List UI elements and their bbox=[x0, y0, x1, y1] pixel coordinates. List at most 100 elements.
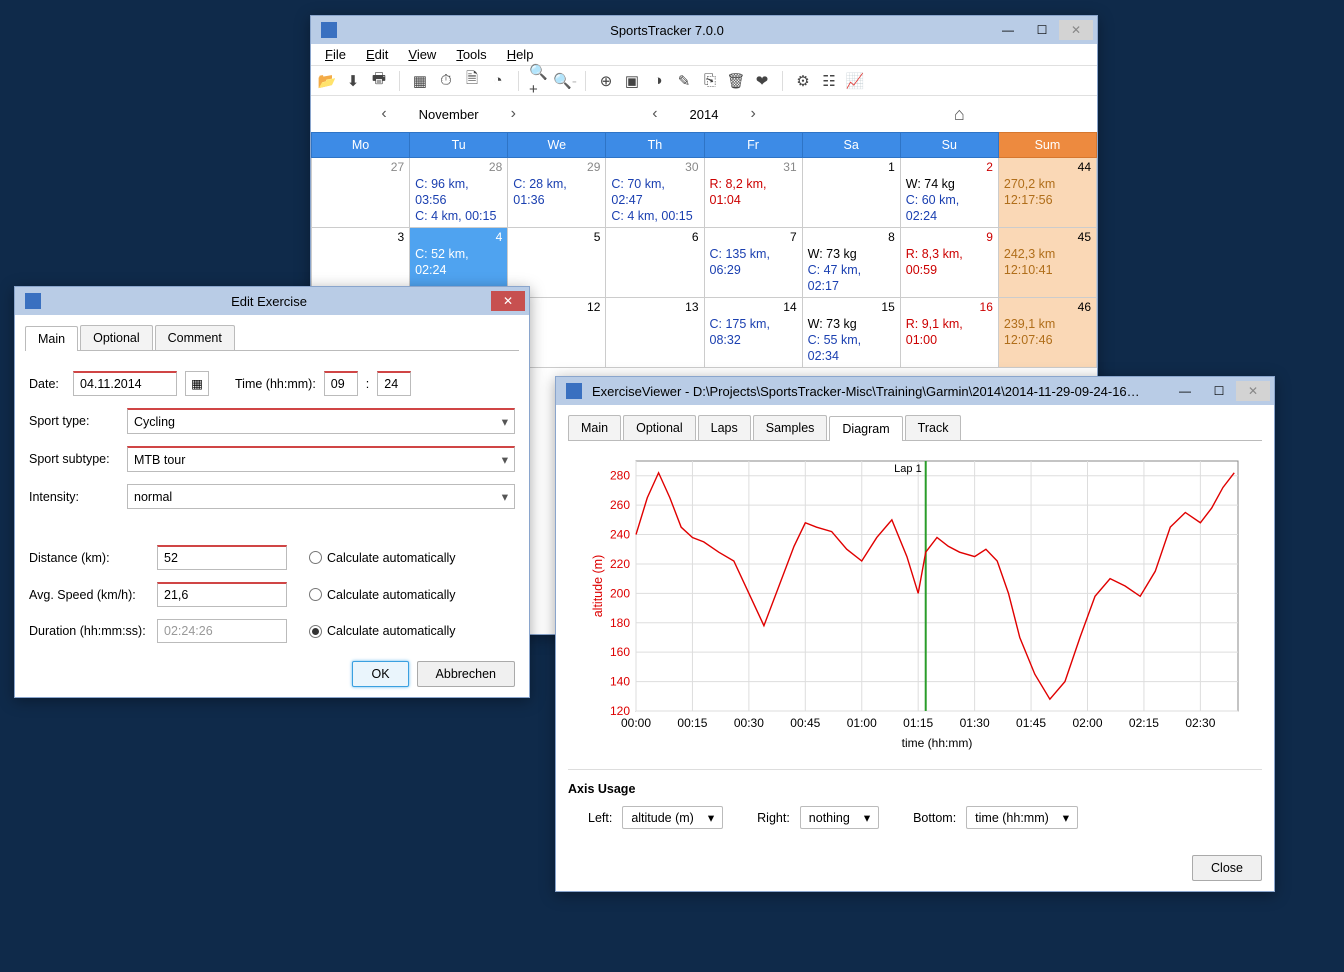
svg-text:220: 220 bbox=[610, 557, 630, 571]
month-label: November bbox=[419, 107, 479, 122]
vtab-track[interactable]: Track bbox=[905, 415, 962, 440]
calendar-cell[interactable]: 14C: 175 km, 08:32 bbox=[704, 298, 802, 368]
time-hh-input[interactable] bbox=[324, 371, 358, 396]
note-icon[interactable]: 🗎 bbox=[462, 71, 482, 91]
calendar-icon[interactable]: ▦ bbox=[410, 71, 430, 91]
minimize-button[interactable]: — bbox=[991, 20, 1025, 40]
stopwatch-icon[interactable]: ⏱ bbox=[436, 71, 456, 91]
add-exercise-icon[interactable]: ⊕ bbox=[596, 71, 616, 91]
calendar-cell[interactable]: 30C: 70 km, 02:47C: 4 km, 00:15 bbox=[606, 158, 704, 228]
edit-exercise-dialog: Edit Exercise ✕ Main Optional Comment Da… bbox=[14, 286, 530, 698]
svg-text:01:00: 01:00 bbox=[847, 716, 877, 730]
avgspeed-label: Avg. Speed (km/h): bbox=[29, 588, 149, 602]
svg-text:01:15: 01:15 bbox=[903, 716, 933, 730]
menu-edit[interactable]: Edit bbox=[358, 45, 396, 64]
svg-text:01:45: 01:45 bbox=[1016, 716, 1046, 730]
viewer-title: ExerciseViewer - D:\Projects\SportsTrack… bbox=[588, 384, 1168, 399]
menu-help[interactable]: Help bbox=[499, 45, 542, 64]
zoom-out-icon[interactable]: 🔍- bbox=[555, 71, 575, 91]
calendar-cell[interactable]: 2W: 74 kgC: 60 km, 02:24 bbox=[900, 158, 998, 228]
duration-input[interactable] bbox=[157, 619, 287, 643]
sport-subtype-select[interactable]: MTB tour▾ bbox=[127, 446, 515, 472]
day-header: Sum bbox=[998, 133, 1096, 158]
save-icon[interactable]: ⬇ bbox=[343, 71, 363, 91]
calendar-cell[interactable]: 29C: 28 km, 01:36 bbox=[508, 158, 606, 228]
calendar-cell[interactable]: 9R: 8,3 km, 00:59 bbox=[900, 228, 998, 298]
calendar-cell[interactable]: 28C: 96 km, 03:56C: 4 km, 00:15 bbox=[410, 158, 508, 228]
svg-text:200: 200 bbox=[610, 586, 630, 600]
calendar-cell[interactable]: 45242,3 km12:10:41 bbox=[998, 228, 1096, 298]
open-icon[interactable]: 📂 bbox=[317, 71, 337, 91]
settings-icon[interactable]: ⚙ bbox=[793, 71, 813, 91]
calendar-cell[interactable]: 1 bbox=[802, 158, 900, 228]
svg-text:140: 140 bbox=[610, 675, 630, 689]
svg-text:01:30: 01:30 bbox=[960, 716, 990, 730]
distance-auto-radio[interactable]: Calculate automatically bbox=[309, 551, 456, 565]
year-label: 2014 bbox=[690, 107, 719, 122]
vtab-laps[interactable]: Laps bbox=[698, 415, 751, 440]
viewer-close-button[interactable]: ✕ bbox=[1236, 381, 1270, 401]
calendar-cell[interactable]: 16R: 9,1 km, 01:00 bbox=[900, 298, 998, 368]
dialog-close-button[interactable]: ✕ bbox=[491, 291, 525, 311]
calendar-cell[interactable]: 27 bbox=[312, 158, 410, 228]
ok-button[interactable]: OK bbox=[352, 661, 408, 687]
calendar-cell[interactable]: 46239,1 km12:07:46 bbox=[998, 298, 1096, 368]
avgspeed-input[interactable] bbox=[157, 582, 287, 607]
vtab-diagram[interactable]: Diagram bbox=[829, 416, 902, 441]
copy-icon[interactable]: ⎘ bbox=[700, 71, 720, 91]
vtab-main[interactable]: Main bbox=[568, 415, 621, 440]
cancel-button[interactable]: Abbrechen bbox=[417, 661, 515, 687]
calendar-cell[interactable]: 8W: 73 kgC: 47 km, 02:17 bbox=[802, 228, 900, 298]
avgspeed-auto-radio[interactable]: Calculate automatically bbox=[309, 588, 456, 602]
home-button[interactable]: ⌂ bbox=[954, 104, 965, 125]
svg-text:260: 260 bbox=[610, 498, 630, 512]
bottom-axis-select[interactable]: time (hh:mm)▾ bbox=[966, 806, 1078, 829]
calendar-cell[interactable]: 6 bbox=[606, 228, 704, 298]
prev-month-button[interactable]: ‹ bbox=[373, 101, 394, 127]
chart-icon[interactable]: 📈 bbox=[845, 71, 865, 91]
viewer-maximize-button[interactable]: ☐ bbox=[1202, 381, 1236, 401]
menu-tools[interactable]: Tools bbox=[448, 45, 494, 64]
calendar-nav: ‹ November › ‹ 2014 › ⌂ bbox=[311, 96, 1097, 132]
next-year-button[interactable]: › bbox=[742, 101, 763, 127]
time-mm-input[interactable] bbox=[377, 371, 411, 396]
zoom-in-icon[interactable]: 🔍+ bbox=[529, 71, 549, 91]
svg-text:altitude (m): altitude (m) bbox=[591, 555, 605, 618]
prev-year-button[interactable]: ‹ bbox=[644, 101, 665, 127]
print-icon[interactable]: 🖶 bbox=[369, 71, 389, 91]
menu-file[interactable]: File bbox=[317, 45, 354, 64]
columns-icon[interactable]: ☷ bbox=[819, 71, 839, 91]
tab-main[interactable]: Main bbox=[25, 326, 78, 351]
left-axis-label: Left: bbox=[588, 811, 612, 825]
distance-input[interactable] bbox=[157, 545, 287, 570]
intensity-select[interactable]: normal▾ bbox=[127, 484, 515, 509]
vtab-optional[interactable]: Optional bbox=[623, 415, 696, 440]
viewer-close-btn[interactable]: Close bbox=[1192, 855, 1262, 881]
calendar-cell[interactable]: 44270,2 km12:17:56 bbox=[998, 158, 1096, 228]
calendar-cell[interactable]: 31R: 8,2 km, 01:04 bbox=[704, 158, 802, 228]
viewer-minimize-button[interactable]: — bbox=[1168, 381, 1202, 401]
globe-icon[interactable]: ◔ bbox=[488, 71, 508, 91]
sport-type-select[interactable]: Cycling▾ bbox=[127, 408, 515, 434]
calendar-cell[interactable]: 13 bbox=[606, 298, 704, 368]
calendar-cell[interactable]: 15W: 73 kgC: 55 km, 02:34 bbox=[802, 298, 900, 368]
heart-icon[interactable]: ❤ bbox=[752, 71, 772, 91]
add-note-icon[interactable]: ▣ bbox=[622, 71, 642, 91]
calendar-cell[interactable]: 7C: 135 km, 06:29 bbox=[704, 228, 802, 298]
tab-optional[interactable]: Optional bbox=[80, 325, 153, 350]
duration-auto-radio[interactable]: Calculate automatically bbox=[309, 624, 456, 638]
date-picker-button[interactable]: ▦ bbox=[185, 371, 209, 396]
maximize-button[interactable]: ☐ bbox=[1025, 20, 1059, 40]
menu-view[interactable]: View bbox=[400, 45, 444, 64]
svg-text:00:15: 00:15 bbox=[677, 716, 707, 730]
delete-icon[interactable]: 🗑 bbox=[726, 71, 746, 91]
edit-icon[interactable]: ✎ bbox=[674, 71, 694, 91]
next-month-button[interactable]: › bbox=[503, 101, 524, 127]
right-axis-select[interactable]: nothing▾ bbox=[800, 806, 879, 829]
tab-comment[interactable]: Comment bbox=[155, 325, 235, 350]
left-axis-select[interactable]: altitude (m)▾ bbox=[622, 806, 723, 829]
vtab-samples[interactable]: Samples bbox=[753, 415, 828, 440]
add-weight-icon[interactable]: ◑ bbox=[648, 71, 668, 91]
close-button[interactable]: ✕ bbox=[1059, 20, 1093, 40]
date-input[interactable] bbox=[73, 371, 177, 396]
